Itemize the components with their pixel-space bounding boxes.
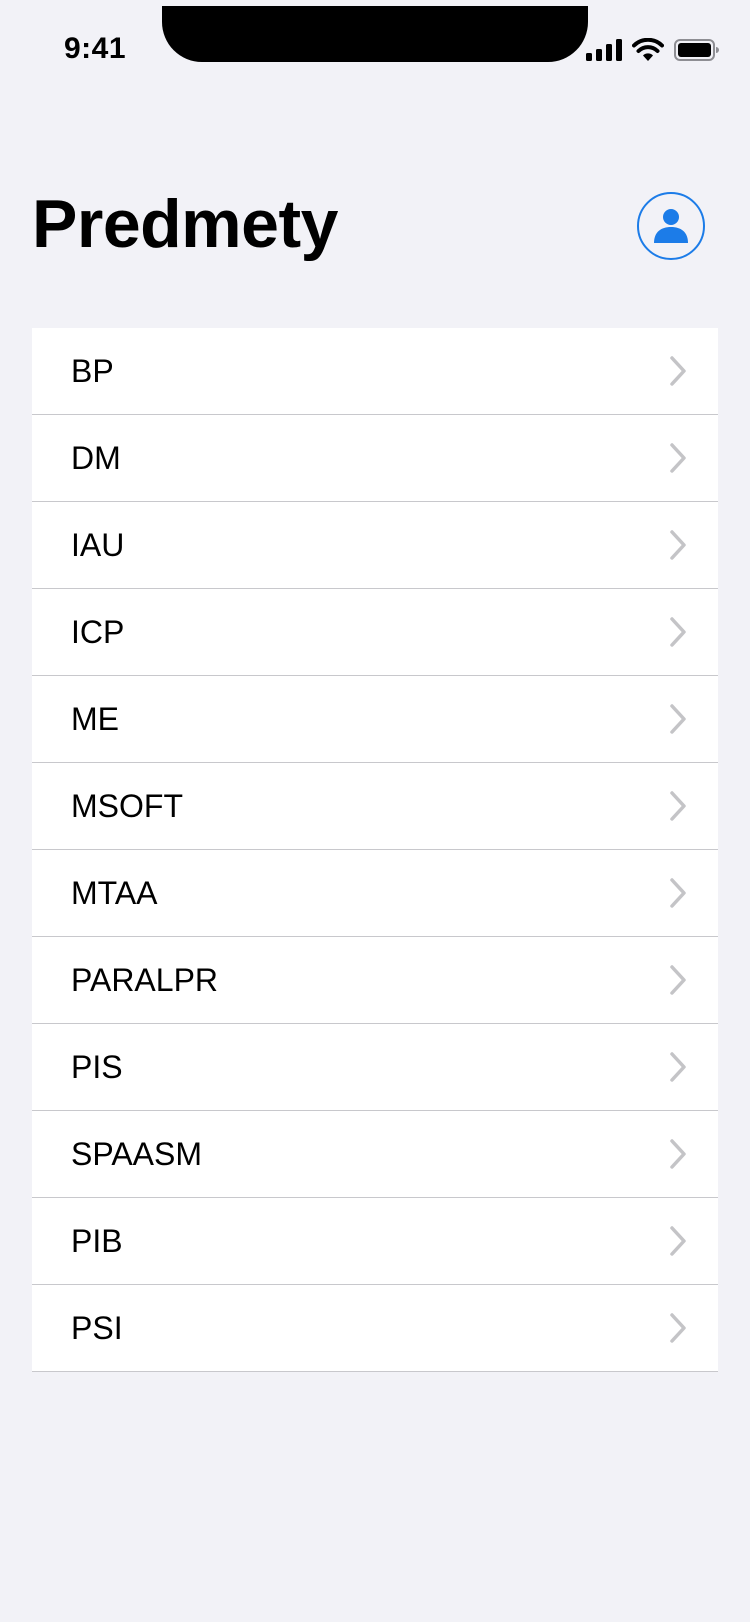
- chevron-right-icon: [670, 1139, 686, 1169]
- page-title: Predmety: [32, 186, 338, 262]
- list-item[interactable]: PIB: [32, 1198, 718, 1285]
- chevron-right-icon: [670, 1313, 686, 1343]
- list-item[interactable]: MSOFT: [32, 763, 718, 850]
- list-item-label: ME: [71, 700, 119, 737]
- list-item[interactable]: MTAA: [32, 850, 718, 937]
- list-item-label: SPAASM: [71, 1135, 202, 1172]
- list-item[interactable]: DM: [32, 415, 718, 502]
- list-item[interactable]: PSI: [32, 1285, 718, 1372]
- list-item[interactable]: PIS: [32, 1024, 718, 1111]
- list-item-label: MSOFT: [71, 787, 183, 824]
- list-item-label: DM: [71, 439, 121, 476]
- cellular-signal-icon: [586, 39, 622, 61]
- chevron-right-icon: [670, 530, 686, 560]
- list-item[interactable]: ICP: [32, 589, 718, 676]
- list-item-label: PARALPR: [71, 961, 219, 998]
- list-item[interactable]: SPAASM: [32, 1111, 718, 1198]
- chevron-right-icon: [670, 791, 686, 821]
- chevron-right-icon: [670, 356, 686, 386]
- device-notch: [162, 6, 588, 62]
- chevron-right-icon: [670, 965, 686, 995]
- status-bar: 9:41: [0, 0, 750, 100]
- list-item-label: PIB: [71, 1222, 123, 1259]
- profile-button[interactable]: [637, 192, 705, 260]
- list-item-label: ICP: [71, 613, 125, 650]
- subjects-list: BP DM IAU ICP ME MSOFT MTAA PARALPR PIS SPAASM PIB…: [32, 328, 718, 1372]
- status-time: 9:41: [64, 32, 127, 65]
- list-item[interactable]: IAU: [32, 502, 718, 589]
- chevron-right-icon: [670, 443, 686, 473]
- chevron-right-icon: [670, 878, 686, 908]
- list-item-label: IAU: [71, 526, 125, 563]
- chevron-right-icon: [670, 1052, 686, 1082]
- person-icon: [654, 209, 688, 243]
- list-item-label: PIS: [71, 1048, 123, 1085]
- chevron-right-icon: [670, 617, 686, 647]
- wifi-icon: [632, 38, 664, 61]
- chevron-right-icon: [670, 704, 686, 734]
- list-item[interactable]: PARALPR: [32, 937, 718, 1024]
- status-icons: [586, 38, 720, 62]
- chevron-right-icon: [670, 1226, 686, 1256]
- battery-icon: [674, 39, 719, 61]
- list-item[interactable]: ME: [32, 676, 718, 763]
- list-item-label: PSI: [71, 1309, 123, 1346]
- list-item-label: BP: [71, 352, 114, 389]
- list-item-label: MTAA: [71, 874, 158, 911]
- list-item[interactable]: BP: [32, 328, 718, 415]
